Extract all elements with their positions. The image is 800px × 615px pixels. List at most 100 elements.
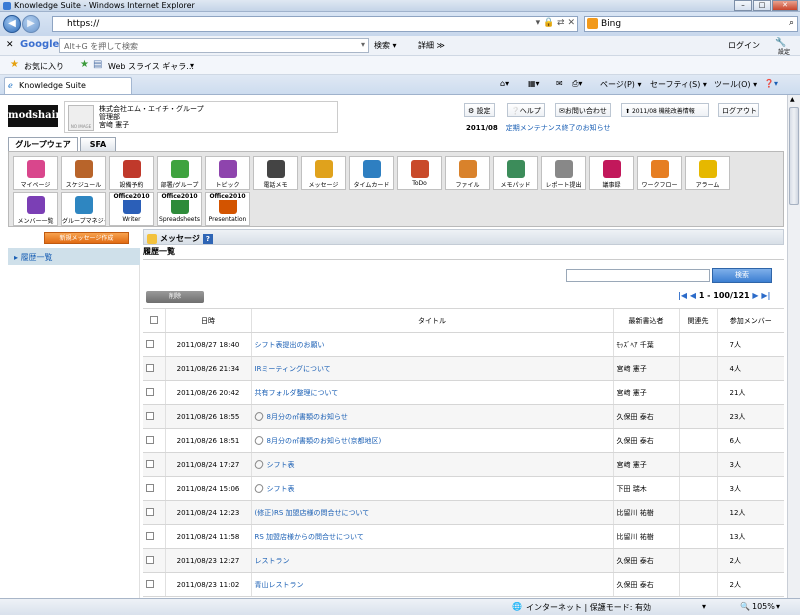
- close-window-button[interactable]: ✕: [772, 0, 798, 11]
- menu-item-6[interactable]: メッセージ: [301, 156, 346, 190]
- menu-item-5[interactable]: 電話メモ: [253, 156, 298, 190]
- maximize-button[interactable]: □: [753, 0, 771, 11]
- back-button[interactable]: ◀: [3, 15, 21, 33]
- menu-item-12[interactable]: 議事録: [589, 156, 634, 190]
- search-input[interactable]: [566, 269, 710, 282]
- table-row[interactable]: 2011/08/26 20:42 共有フォルダ整理について 宮﨑 憲子 21人: [143, 380, 784, 405]
- row-checkbox[interactable]: [143, 524, 165, 549]
- row-checkbox[interactable]: [143, 500, 165, 525]
- contact-button[interactable]: ✉お問い合わせ: [555, 103, 611, 117]
- menu-item-3[interactable]: 部署/グループ: [157, 156, 202, 190]
- help-icon[interactable]: ❓▾: [764, 79, 778, 88]
- menu-item-10[interactable]: メモパッド: [493, 156, 538, 190]
- table-row[interactable]: 2011/08/27 18:40 シフト表提出のお願い ﾓｯｽﾞﾍｱ 千葉 7人: [143, 332, 784, 357]
- add-favorite-icon[interactable]: ★: [80, 59, 89, 70]
- menu-item-19[interactable]: Office2010 Presentation: [205, 192, 250, 226]
- row-title-link[interactable]: 8月分の㎡書類のお知らせ(京都地区): [267, 437, 382, 445]
- browser-tab[interactable]: ℯ Knowledge Suite: [4, 77, 132, 94]
- logout-button[interactable]: ログアウト: [718, 103, 759, 117]
- menu-item-16[interactable]: グループマネジャー: [61, 192, 106, 226]
- table-row[interactable]: 2011/08/24 17:27 シフト表 宮﨑 憲子 3人: [143, 452, 784, 477]
- row-title-link[interactable]: (修正)RS 加盟店様の問合せについて: [255, 509, 370, 517]
- select-all-checkbox[interactable]: [143, 308, 165, 333]
- notice-link[interactable]: 定期メンテナンス終了のお知らせ: [506, 124, 611, 132]
- print-icon[interactable]: ⎙▾: [572, 79, 582, 89]
- row-checkbox[interactable]: [143, 404, 165, 429]
- row-checkbox[interactable]: [143, 428, 165, 453]
- menu-item-8[interactable]: ToDo: [397, 156, 442, 190]
- row-checkbox[interactable]: [143, 548, 165, 573]
- tools-menu[interactable]: ツール(O) ▾: [714, 79, 757, 90]
- prev-page-icon[interactable]: ◀: [690, 291, 696, 300]
- new-message-button[interactable]: 新規メッセージ作成: [44, 232, 129, 244]
- webslice-gallery-link[interactable]: Web スライス ギャラ...: [108, 61, 194, 72]
- address-input[interactable]: https:// ▾ 🔒 ⇄ ✕: [52, 16, 578, 32]
- menu-item-17[interactable]: Office2010 Writer: [109, 192, 154, 226]
- scrollbar-thumb[interactable]: [789, 107, 799, 205]
- col-title[interactable]: タイトル: [250, 308, 613, 333]
- row-checkbox[interactable]: [143, 452, 165, 477]
- settings-button[interactable]: ⚙ 設定: [464, 103, 495, 117]
- row-title-link[interactable]: 8月分の㎡書類のお知らせ: [267, 413, 348, 421]
- sidebar-item-history[interactable]: ▸ 履歴一覧: [8, 248, 140, 265]
- google-search-input[interactable]: Alt+G を押して検索 ▾: [59, 38, 369, 53]
- menu-item-1[interactable]: スケジュール: [61, 156, 106, 190]
- feeds-icon[interactable]: ▦▾: [528, 79, 540, 88]
- tab-sfa[interactable]: SFA: [80, 137, 116, 152]
- first-page-icon[interactable]: |◀: [678, 291, 687, 300]
- zoom-level[interactable]: 105%: [752, 602, 775, 611]
- row-title-link[interactable]: レストラン: [255, 557, 290, 565]
- row-checkbox[interactable]: [143, 332, 165, 357]
- col-writer[interactable]: 最新書込者: [612, 308, 679, 333]
- minimize-button[interactable]: –: [734, 0, 752, 11]
- menu-item-13[interactable]: ワークフロー: [637, 156, 682, 190]
- next-page-icon[interactable]: ▶: [752, 291, 758, 300]
- menu-item-9[interactable]: ファイル: [445, 156, 490, 190]
- more-button[interactable]: 詳細 ≫: [418, 40, 445, 51]
- last-page-icon[interactable]: ▶|: [761, 291, 770, 300]
- chevron-down-icon[interactable]: ▾: [190, 61, 194, 70]
- table-row[interactable]: 2011/08/26 18:51 8月分の㎡書類のお知らせ(京都地区) 久保田 泰右…: [143, 428, 784, 453]
- row-checkbox[interactable]: [143, 380, 165, 405]
- mail-icon[interactable]: ✉: [556, 79, 563, 88]
- row-title-link[interactable]: シフト表: [267, 485, 295, 493]
- address-icons[interactable]: ▾ 🔒 ⇄ ✕: [536, 18, 575, 28]
- forward-button[interactable]: ▶: [22, 15, 40, 33]
- menu-item-2[interactable]: 設備予約: [109, 156, 154, 190]
- menu-item-14[interactable]: アラーム: [685, 156, 730, 190]
- help-button[interactable]: ❔ヘルプ: [507, 103, 545, 117]
- table-row[interactable]: 2011/08/24 15:06 シフト表 下田 瑞木 3人: [143, 476, 784, 501]
- row-title-link[interactable]: シフト表: [267, 461, 295, 469]
- delete-button[interactable]: 削除: [146, 291, 204, 303]
- menu-item-15[interactable]: メンバー一覧: [13, 192, 58, 226]
- bing-search-input[interactable]: Bing ⌕: [584, 16, 798, 32]
- table-row[interactable]: 2011/08/26 18:55 8月分の㎡書類のお知らせ 久保田 泰右 23人: [143, 404, 784, 429]
- scroll-up-icon[interactable]: ▲: [790, 96, 795, 103]
- menu-item-0[interactable]: マイページ: [13, 156, 58, 190]
- google-search-button[interactable]: 検索 ▾: [374, 40, 397, 51]
- chevron-down-icon[interactable]: ▾: [361, 40, 365, 49]
- safety-menu[interactable]: セーフティ(S) ▾: [650, 79, 707, 90]
- tab-groupware[interactable]: グループウェア: [8, 137, 78, 152]
- table-row[interactable]: 2011/08/26 21:34 IRミーティングについて 宮﨑 憲子 4人: [143, 356, 784, 381]
- zoom-icon[interactable]: 🔍: [740, 602, 750, 611]
- table-row[interactable]: 2011/08/23 11:02 青山レストラン 久保田 泰右 2人: [143, 572, 784, 597]
- row-checkbox[interactable]: [143, 356, 165, 381]
- row-title-link[interactable]: IRミーティングについて: [255, 365, 331, 373]
- table-row[interactable]: 2011/08/24 11:58 RS 加盟店様からの問合せについて 比留川 祐樹 1…: [143, 524, 784, 549]
- menu-item-4[interactable]: トピック: [205, 156, 250, 190]
- login-link[interactable]: ログイン: [728, 40, 760, 51]
- feature-info-button[interactable]: ⬆ 2011/08 機能改善情報: [621, 103, 709, 117]
- chevron-down-icon[interactable]: ▾: [776, 602, 780, 611]
- table-row[interactable]: 2011/08/23 12:27 レストラン 久保田 泰右 2人: [143, 548, 784, 573]
- row-checkbox[interactable]: [143, 572, 165, 597]
- security-icon[interactable]: ▾: [702, 602, 706, 611]
- menu-item-7[interactable]: タイムカード: [349, 156, 394, 190]
- help-icon[interactable]: ?: [202, 233, 213, 244]
- search-button[interactable]: 検索: [712, 268, 772, 283]
- row-title-link[interactable]: シフト表提出のお願い: [255, 341, 325, 349]
- page-menu[interactable]: ページ(P) ▾: [600, 79, 641, 90]
- row-checkbox[interactable]: [143, 476, 165, 501]
- close-toolbar-icon[interactable]: ✕: [6, 40, 14, 50]
- row-title-link[interactable]: 共有フォルダ整理について: [255, 389, 339, 397]
